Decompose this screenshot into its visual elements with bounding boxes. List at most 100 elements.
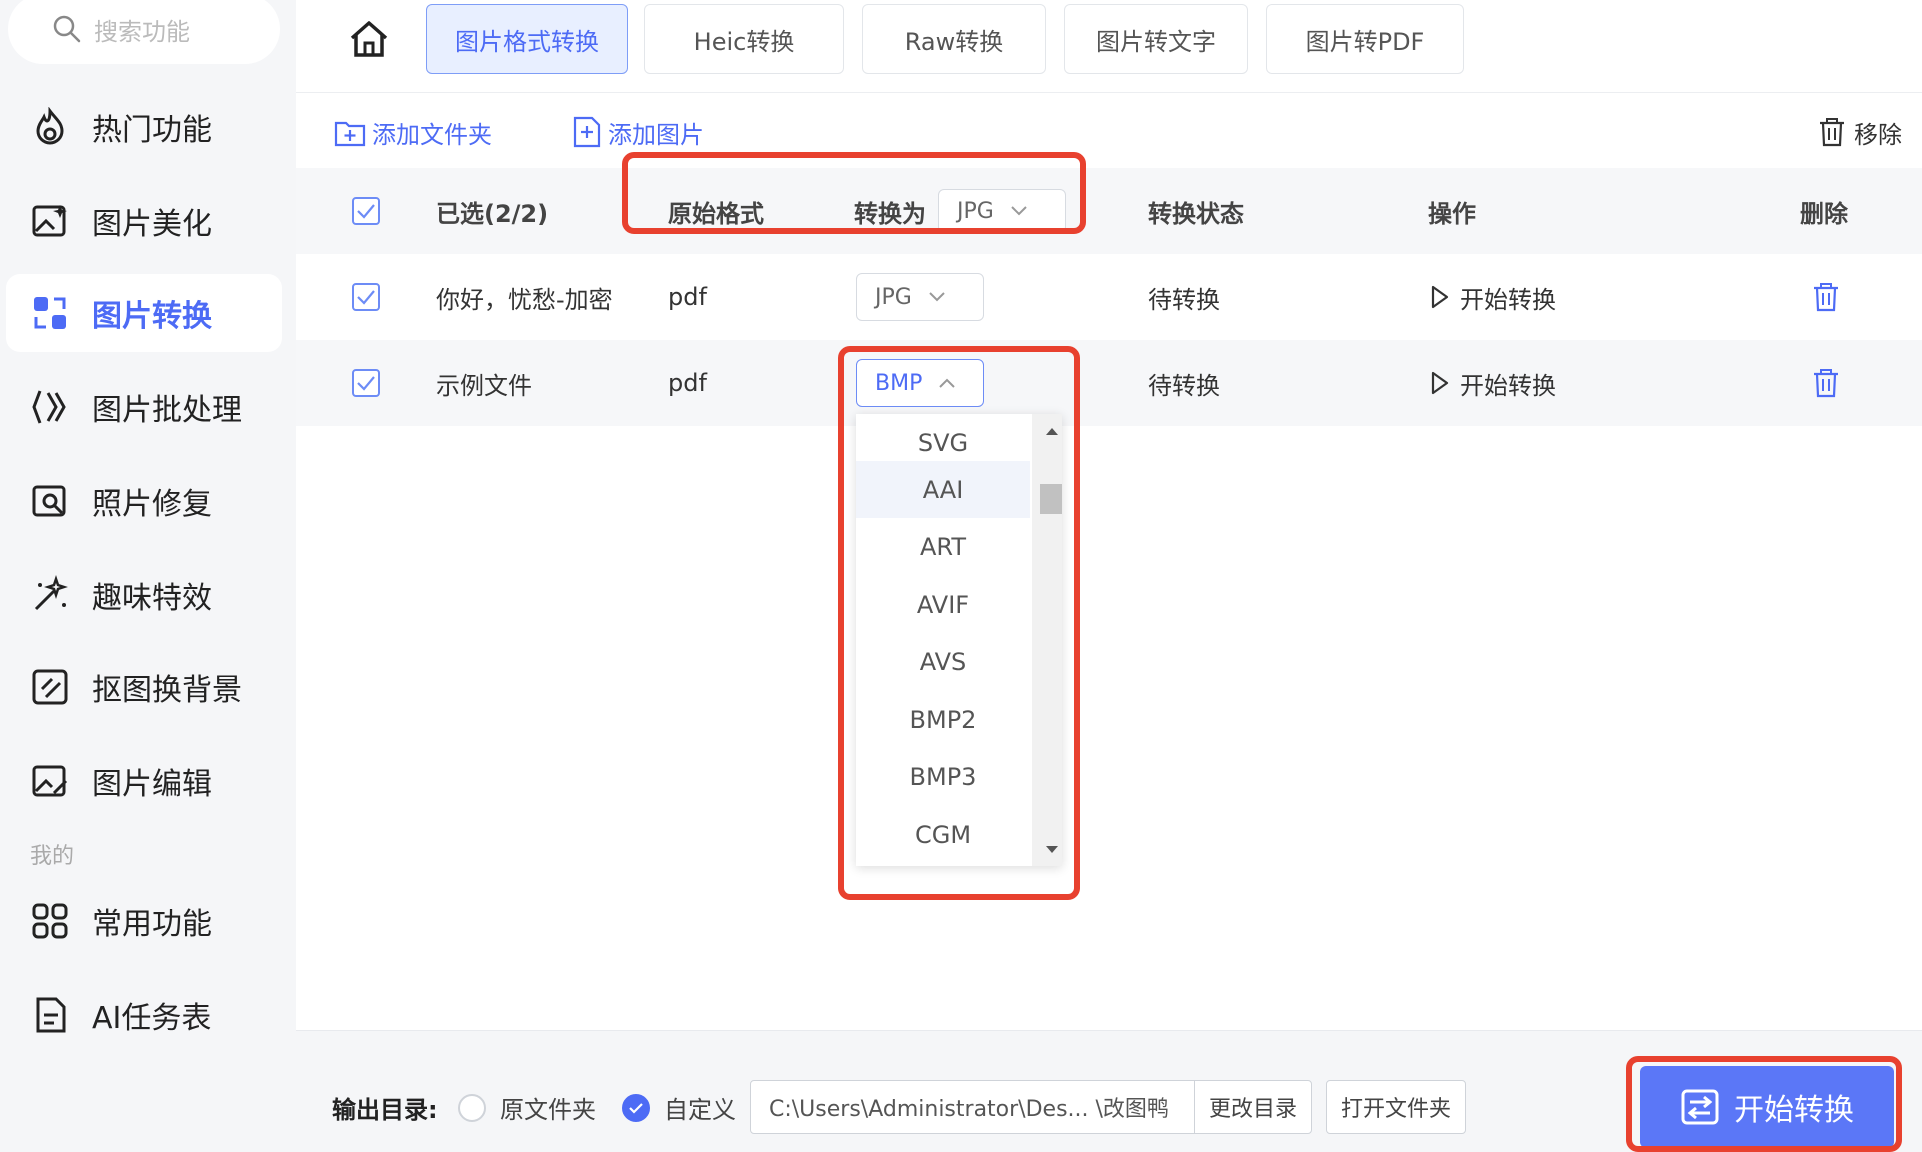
chevron-down-icon	[1011, 206, 1027, 216]
header-selected: 已选(2/2)	[436, 199, 549, 228]
header-status: 转换状态	[1148, 199, 1244, 228]
start-convert-label: 开始转换	[1734, 1093, 1854, 1128]
add-image-button[interactable]: 添加图片	[572, 112, 704, 152]
search-input[interactable]: 搜索功能	[8, 0, 280, 64]
sidebar-item-ai-tasks[interactable]: AI任务表	[6, 976, 282, 1054]
sidebar-item-label: AI任务表	[92, 1001, 212, 1036]
sidebar-item-effects[interactable]: 趣味特效	[6, 556, 282, 634]
start-convert-label: 开始转换	[1460, 285, 1556, 314]
format-dropdown: SVG AAI ART AVIF AVS BMP2 BMP3 CGM	[856, 414, 1062, 866]
scroll-down-icon[interactable]	[1046, 846, 1058, 853]
delete-row-button[interactable]	[1812, 340, 1840, 426]
section-label-mine: 我的	[30, 844, 75, 869]
chevron-down-icon	[929, 292, 945, 302]
table-row: 示例文件 pdf BMP 待转换 开始转换	[296, 340, 1922, 426]
sidebar-item-label: 抠图换背景	[92, 673, 242, 708]
convert-to-all-select[interactable]: JPG	[938, 189, 1066, 233]
add-image-label: 添加图片	[608, 120, 704, 149]
tab-image-to-text[interactable]: 图片转文字	[1064, 4, 1248, 74]
image-edit-icon	[28, 759, 72, 803]
remove-label: 移除	[1854, 120, 1902, 149]
home-button[interactable]	[346, 16, 392, 62]
scroll-up-icon[interactable]	[1046, 428, 1058, 435]
remove-button[interactable]: 移除	[1818, 112, 1902, 152]
tab-heic[interactable]: Heic转换	[644, 4, 844, 74]
grid-icon	[28, 899, 72, 943]
radio-custom[interactable]	[622, 1094, 650, 1122]
convert-icon	[28, 291, 72, 335]
check-icon	[629, 1103, 643, 1114]
sidebar-item-label: 图片美化	[92, 207, 212, 242]
target-format-cell: JPG	[856, 254, 984, 340]
dropdown-option[interactable]: BMP2	[856, 691, 1030, 748]
tab-format-convert[interactable]: 图片格式转换	[426, 4, 628, 74]
header-delete: 删除	[1800, 199, 1848, 228]
play-icon	[1431, 371, 1449, 395]
row-checkbox[interactable]	[352, 369, 380, 397]
start-convert-button[interactable]: 开始转换	[1640, 1066, 1894, 1148]
cutout-icon	[28, 665, 72, 709]
delete-row-button[interactable]	[1812, 254, 1840, 340]
file-format: pdf	[668, 283, 707, 311]
sidebar-item-convert[interactable]: 图片转换	[6, 274, 282, 352]
dropdown-option[interactable]: ART	[856, 518, 1030, 575]
start-convert-label: 开始转换	[1460, 371, 1556, 400]
row-checkbox[interactable]	[352, 283, 380, 311]
dropdown-option[interactable]: AAI	[856, 461, 1030, 518]
dropdown-option[interactable]: AVIF	[856, 576, 1030, 633]
target-format-select[interactable]: JPG	[856, 273, 984, 321]
sidebar-item-label: 常用功能	[92, 907, 212, 942]
sidebar: 搜索功能 热门功能 图片美化 图片转换 图片批处理 照片修复 趣味特效 抠图换背…	[0, 0, 296, 1152]
search-placeholder: 搜索功能	[94, 17, 190, 46]
select-all-checkbox[interactable]	[352, 197, 380, 225]
select-value: BMP	[875, 370, 923, 396]
convert-to-all-cell: JPG	[938, 168, 1066, 254]
sidebar-item-beautify[interactable]: 图片美化	[6, 182, 282, 260]
check-icon	[357, 376, 375, 391]
add-folder-button[interactable]: 添加文件夹	[334, 112, 492, 152]
radio-custom-label: 自定义	[664, 1096, 736, 1124]
output-dir-label: 输出目录:	[332, 1096, 438, 1124]
play-icon	[1431, 285, 1449, 309]
start-convert-link[interactable]: 开始转换	[1430, 340, 1556, 426]
change-dir-button[interactable]: 更改目录	[1194, 1080, 1312, 1134]
home-icon	[350, 21, 388, 57]
select-value: JPG	[875, 284, 912, 310]
sidebar-item-label: 图片编辑	[92, 767, 212, 802]
target-format-select[interactable]: BMP	[856, 359, 984, 407]
file-name: 你好，忧愁-加密	[436, 285, 613, 314]
file-format: pdf	[668, 369, 707, 397]
add-file-icon	[573, 116, 601, 148]
magic-wand-icon	[28, 573, 72, 617]
sidebar-item-cutout[interactable]: 抠图换背景	[6, 648, 282, 726]
tab-raw[interactable]: Raw转换	[862, 4, 1046, 74]
sidebar-item-repair[interactable]: 照片修复	[6, 462, 282, 540]
dropdown-option[interactable]: BMP3	[856, 748, 1030, 805]
radio-original-folder[interactable]	[458, 1094, 486, 1122]
dropdown-option[interactable]: AVS	[856, 633, 1030, 690]
sidebar-item-edit[interactable]: 图片编辑	[6, 742, 282, 820]
tab-image-to-pdf[interactable]: 图片转PDF	[1266, 4, 1464, 74]
dropdown-option[interactable]: CGM	[856, 806, 1030, 863]
sidebar-item-batch[interactable]: 图片批处理	[6, 368, 282, 446]
sidebar-item-favorites[interactable]: 常用功能	[6, 882, 282, 960]
search-icon	[53, 15, 81, 43]
sidebar-item-hot[interactable]: 热门功能	[6, 88, 282, 166]
sidebar-item-label: 图片转换	[92, 299, 212, 334]
scrollbar-thumb[interactable]	[1040, 484, 1062, 514]
add-folder-icon	[334, 121, 366, 147]
header-original-format: 原始格式	[668, 199, 764, 228]
open-folder-button[interactable]: 打开文件夹	[1326, 1080, 1466, 1134]
convert-icon	[1681, 1089, 1719, 1125]
header-action: 操作	[1428, 199, 1476, 228]
trash-icon	[1814, 283, 1838, 312]
dropdown-scrollbar[interactable]	[1032, 414, 1062, 866]
sidebar-item-label: 趣味特效	[92, 581, 212, 616]
sidebar-item-label: 图片批处理	[92, 393, 242, 428]
start-convert-link[interactable]: 开始转换	[1430, 254, 1556, 340]
output-path-field[interactable]: C:\Users\Administrator\Des... \改图鸭	[750, 1080, 1196, 1134]
table-header: 已选(2/2) 原始格式 转换为 JPG 转换状态 操作 删除	[296, 168, 1922, 254]
convert-status: 待转换	[1148, 285, 1220, 314]
document-icon	[28, 993, 72, 1037]
top-divider	[296, 92, 1922, 93]
